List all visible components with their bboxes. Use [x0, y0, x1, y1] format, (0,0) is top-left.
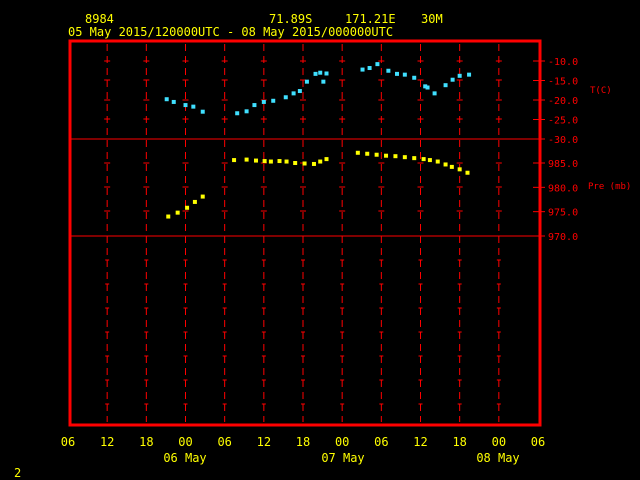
pressure-point: [384, 153, 389, 158]
x-tick-label: 06: [217, 435, 231, 449]
pressure-axis: 985.0 980.0 975.0 970.0 Pre (mb): [533, 159, 631, 243]
temperature-point: [244, 109, 249, 114]
x-tick-label: 12: [100, 435, 114, 449]
day-label: 07 May: [321, 451, 364, 465]
temperature-point: [412, 75, 417, 80]
pressure-point: [393, 154, 398, 159]
temperature-point: [304, 79, 309, 84]
pressure-point: [262, 159, 267, 164]
temperature-axis: -10.0 -15.0 -20.0 -25.0 -30.0 T(C): [533, 57, 612, 146]
y-tick-label: 980.0: [548, 183, 578, 194]
temperature-point: [375, 62, 380, 67]
pressure-point: [293, 161, 298, 165]
pressure-point: [244, 157, 249, 162]
temperature-point: [425, 85, 430, 90]
pressure-point: [318, 159, 323, 164]
pressure-point: [175, 210, 180, 215]
temperature-point: [318, 70, 323, 75]
pressure-point: [457, 167, 462, 172]
x-tick-label: 00: [178, 435, 192, 449]
y-tick-label: -15.0: [548, 77, 578, 88]
pressure-point: [192, 199, 197, 204]
vertical-grid: [104, 44, 502, 422]
x-tick-label: 06: [531, 435, 545, 449]
y-tick-label: 985.0: [548, 159, 578, 170]
pressure-axis-label: Pre (mb): [588, 182, 631, 192]
temperature-series: [164, 62, 472, 116]
day-label: 08 May: [476, 451, 519, 465]
temperature-point: [271, 98, 276, 103]
x-tick-label: 12: [413, 435, 427, 449]
y-tick-label: -10.0: [548, 57, 578, 68]
temperature-point: [261, 99, 266, 104]
temperature-point: [200, 109, 205, 114]
pressure-point: [449, 164, 454, 169]
x-tick-label: 06: [61, 435, 75, 449]
x-tick-label: 18: [452, 435, 466, 449]
temperature-point: [252, 103, 257, 108]
day-label: 06 May: [163, 451, 206, 465]
temperature-point: [191, 104, 196, 109]
temperature-point: [367, 66, 372, 71]
temperature-point: [324, 71, 329, 76]
pressure-point: [355, 150, 360, 155]
pressure-point: [443, 162, 448, 167]
temperature-point: [395, 71, 399, 76]
pressure-point: [200, 194, 205, 199]
pressure-point: [427, 158, 432, 163]
y-tick-label: -20.0: [548, 96, 578, 107]
temperature-point: [183, 103, 188, 108]
temperature-point: [457, 73, 462, 78]
temperature-point: [235, 111, 240, 116]
pressure-point: [465, 170, 470, 175]
pressure-point: [232, 158, 237, 163]
pressure-point: [435, 159, 440, 164]
meteogram-chart: -10.0 -15.0 -20.0 -25.0 -30.0 T(C) 985.0 980.0…: [61, 39, 631, 465]
temperature-point: [291, 91, 296, 96]
temperature-point: [402, 72, 407, 77]
x-tick-label: 00: [335, 435, 349, 449]
x-tick-label: 18: [139, 435, 153, 449]
temperature-point: [164, 97, 169, 102]
temperature-point: [297, 89, 302, 94]
pressure-point: [374, 152, 379, 157]
temperature-point: [443, 83, 448, 88]
temperature-point: [467, 72, 472, 77]
pressure-series: [166, 150, 470, 219]
pressure-point: [302, 161, 307, 166]
x-tick-label: 12: [257, 435, 271, 449]
temperature-point: [432, 91, 437, 96]
pressure-point: [311, 161, 316, 166]
temperature-point: [313, 71, 318, 76]
pressure-point: [324, 157, 329, 162]
y-tick-label: -30.0: [548, 135, 578, 146]
x-tick-label: 18: [296, 435, 310, 449]
pressure-point: [402, 155, 407, 160]
temperature-point: [283, 95, 288, 100]
plot-frame: [68, 39, 542, 427]
pressure-point: [412, 156, 417, 161]
x-tick-label: 00: [492, 435, 506, 449]
temperature-point: [386, 68, 391, 73]
pressure-point: [166, 214, 171, 219]
y-tick-label: -25.0: [548, 116, 578, 127]
pressure-point: [284, 159, 289, 164]
time-axis: 06 12 18 00 06 12 18 00 06 12 18 00 06 06 May 07 May 08…: [61, 435, 545, 465]
temperature-point: [360, 67, 365, 72]
pressure-point: [185, 205, 190, 210]
temperature-point: [450, 77, 455, 82]
temperature-axis-label: T(C): [590, 86, 612, 96]
pressure-point: [277, 159, 282, 164]
pressure-point: [365, 151, 370, 156]
y-tick-label: 975.0: [548, 208, 578, 219]
x-tick-label: 06: [374, 435, 388, 449]
pressure-point: [254, 158, 258, 163]
y-tick-label: 970.0: [548, 232, 578, 243]
temperature-point: [171, 99, 176, 104]
pressure-point: [268, 159, 273, 164]
pressure-point: [421, 157, 426, 162]
temperature-point: [321, 79, 326, 84]
